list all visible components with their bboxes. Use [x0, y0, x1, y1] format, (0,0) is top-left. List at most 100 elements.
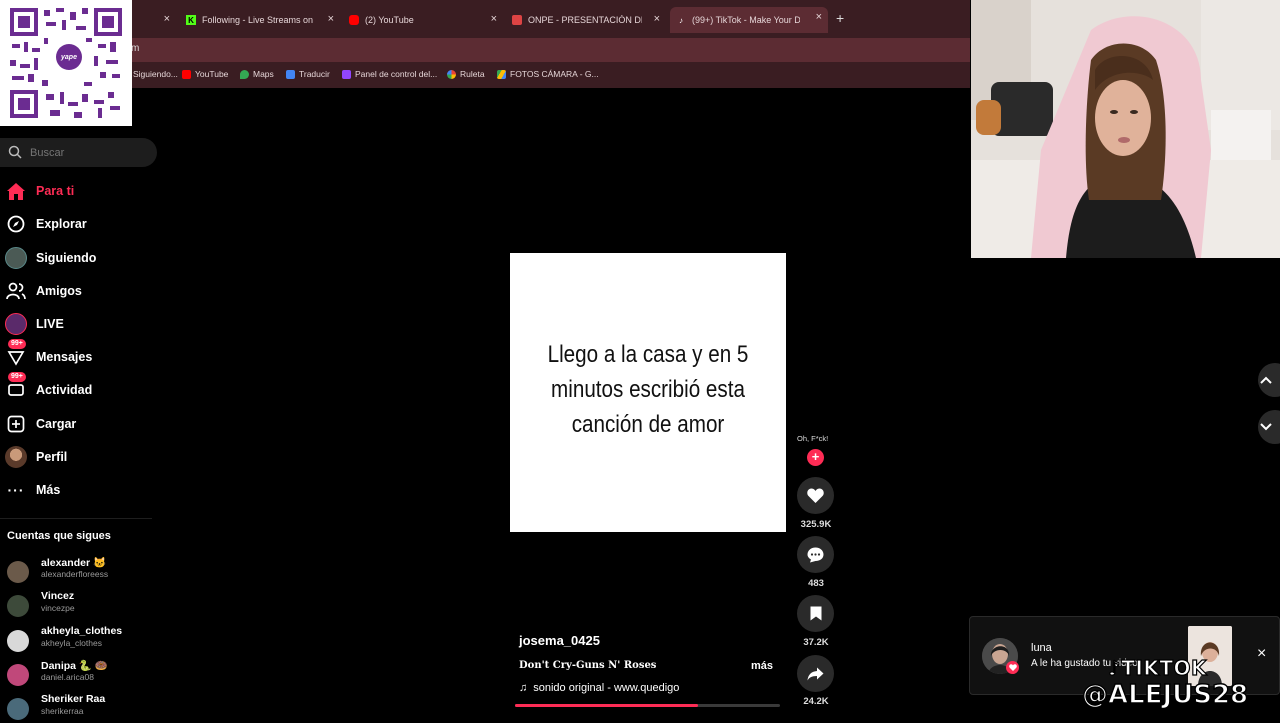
youtube-icon [182, 69, 191, 79]
account-handle: vincezpe [41, 603, 75, 613]
followed-account[interactable]: akheyla_clothes akheyla_clothes [7, 625, 157, 655]
activity-icon: 99+ [4, 372, 28, 402]
wheel-icon [447, 69, 456, 79]
browser-tab[interactable]: ONPE - PRESENTACIÓN DE RESULTADOS × [512, 9, 660, 31]
address-text: m [131, 43, 140, 54]
video-progress-bar[interactable] [515, 704, 780, 707]
overlay-handle: @ALEJUS28 [1081, 679, 1249, 710]
author-avatar-label[interactable]: Oh, F*ck! [797, 434, 828, 443]
yape-qr-code: yape [0, 0, 132, 126]
bookmarks-bar: Siguiendo... YouTube Maps Traducir Panel… [0, 62, 970, 88]
sound-link[interactable]: ♫ sonido original - www.quedigo [519, 682, 679, 694]
music-note-icon: ♫ [519, 682, 528, 694]
follow-button[interactable]: + [807, 449, 824, 466]
save-button[interactable] [797, 595, 834, 632]
account-handle: daniel.arica08 [41, 672, 94, 682]
followed-account[interactable]: Sheriker Raa sherikerraa [7, 693, 157, 723]
nav-live[interactable]: LIVE [0, 309, 150, 339]
bookmark[interactable]: Traducir [286, 69, 330, 79]
drive-icon [497, 69, 506, 79]
new-tab-button[interactable]: + [836, 10, 844, 26]
video-caption: Don't Cry-Guns N' Roses [519, 660, 657, 671]
notification-badge: 99+ [8, 339, 26, 349]
heart-icon [1006, 661, 1019, 674]
video-author[interactable]: josema_0425 [519, 633, 600, 648]
bookmark[interactable]: Maps [240, 69, 274, 79]
more-icon: ··· [7, 482, 25, 498]
home-icon [4, 179, 28, 203]
onpe-icon [512, 15, 522, 25]
yape-logo: yape [56, 44, 82, 70]
followed-account[interactable]: Vincez vincezpe [7, 590, 157, 620]
youtube-icon [349, 15, 359, 25]
compass-icon [4, 212, 28, 236]
bookmark[interactable]: Ruleta [447, 69, 485, 79]
close-tab-icon[interactable]: × [164, 13, 170, 25]
chevron-down-icon [1260, 423, 1272, 431]
browser-tab[interactable]: × [135, 9, 170, 31]
followed-account[interactable]: alexander 🐱 alexanderfloreess [7, 556, 157, 586]
kick-icon: K [186, 15, 196, 25]
video-caption-overlay: Llego a la casa y en 5 minutos escribió … [547, 341, 749, 438]
nav-siguiendo[interactable]: Siguiendo [0, 243, 150, 273]
browser-tab[interactable]: (2) YouTube × [349, 9, 497, 31]
nav-mensajes[interactable]: 99+ Mensajes [0, 339, 150, 372]
live-icon [4, 312, 28, 336]
tiktok-icon: ♪ [679, 15, 683, 25]
nav-mas[interactable]: ··· Más [0, 475, 150, 505]
previous-video-button[interactable] [1258, 363, 1280, 397]
search-box[interactable] [0, 138, 157, 167]
chevron-up-icon [1260, 376, 1272, 384]
browser-tab-active[interactable]: ♪ (99+) TikTok - Make Your Day × [670, 7, 828, 33]
following-section-title: Cuentas que sigues [7, 530, 111, 542]
followed-account[interactable]: Danipa 🐍 🍩 daniel.arica08 [7, 659, 157, 689]
divider [0, 518, 152, 519]
browser-tab[interactable]: K Following - Live Streams on Kick × [186, 9, 334, 31]
browser-tab-bar: × K Following - Live Streams on Kick × (… [0, 0, 970, 38]
bookmark[interactable]: Siguiendo... [133, 69, 178, 79]
account-name: Danipa 🐍 🍩 [41, 660, 108, 672]
nav-amigos[interactable]: Amigos [0, 276, 150, 306]
share-button[interactable] [797, 655, 834, 692]
account-handle: sherikerraa [41, 706, 84, 716]
nav-actividad[interactable]: 99+ Actividad [0, 372, 150, 405]
search-icon [8, 145, 22, 159]
avatar [7, 698, 29, 720]
nav-explorar[interactable]: Explorar [0, 209, 150, 239]
more-button[interactable]: más [751, 660, 773, 672]
account-handle: alexanderfloreess [41, 569, 109, 579]
close-tab-icon[interactable]: × [654, 13, 660, 25]
bookmark[interactable]: YouTube [182, 69, 228, 79]
share-icon [807, 667, 824, 680]
nav-cargar[interactable]: Cargar [0, 409, 150, 439]
bookmark[interactable]: Panel de control del... [342, 69, 437, 79]
bookmark[interactable]: FOTOS CÁMARA - G... [497, 69, 599, 79]
share-count: 24.2K [803, 696, 829, 707]
profile-avatar-icon [4, 445, 28, 469]
close-tab-icon[interactable]: × [816, 11, 822, 23]
account-name: alexander 🐱 [41, 557, 107, 569]
webcam-image [971, 0, 1280, 258]
like-button[interactable] [797, 477, 834, 514]
nav-perfil[interactable]: Perfil [0, 442, 150, 472]
comment-button[interactable] [797, 536, 834, 573]
account-handle: akheyla_clothes [41, 638, 102, 648]
notification-badge: 99+ [8, 372, 26, 382]
nav-para-ti[interactable]: Para ti [0, 176, 150, 206]
address-bar[interactable]: m [0, 38, 970, 62]
next-video-button[interactable] [1258, 410, 1280, 444]
tab-title: ONPE - PRESENTACIÓN DE RESULTADOS [528, 15, 642, 25]
tab-title: (2) YouTube [365, 15, 414, 25]
messages-icon: 99+ [4, 339, 28, 369]
search-input[interactable] [30, 145, 150, 161]
close-tab-icon[interactable]: × [491, 13, 497, 25]
friends-icon [4, 279, 28, 303]
video-player[interactable]: Llego a la casa y en 5 minutos escribió … [510, 253, 786, 532]
tiktok-icon: ♪ [1107, 655, 1122, 680]
notification-name: luna [1031, 642, 1052, 654]
close-tab-icon[interactable]: × [328, 13, 334, 25]
close-notification-button[interactable]: × [1257, 645, 1266, 663]
streamer-webcam [971, 0, 1280, 258]
heart-icon [807, 488, 824, 503]
avatar [7, 664, 29, 686]
